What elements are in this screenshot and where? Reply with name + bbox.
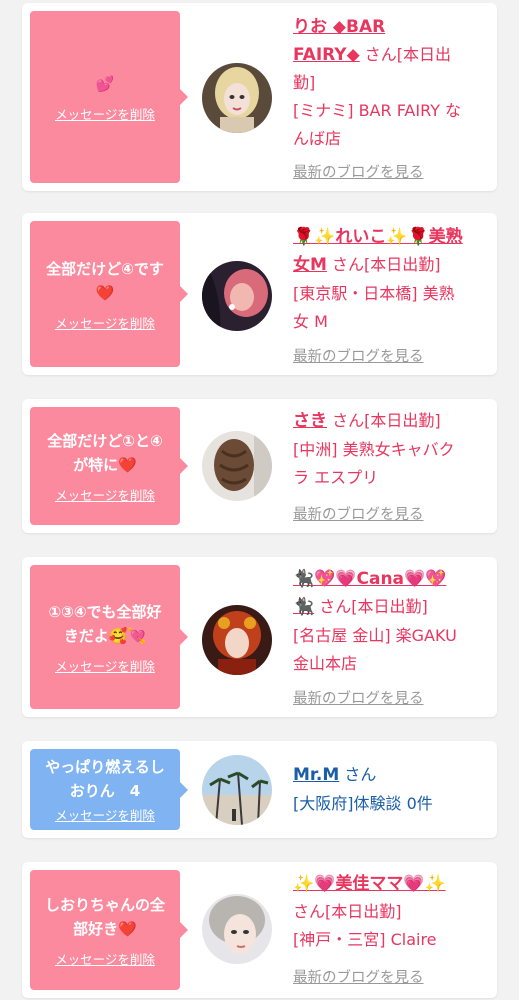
cast-status: さん[本日出 — [359, 45, 452, 64]
cast-status: さん[本日出勤] — [314, 597, 428, 616]
message-text: ①③④でも全部好 きだよ🥰💘 — [48, 602, 162, 645]
shop-name[interactable]: [名古屋 金山] 楽GAKU — [293, 622, 491, 649]
shop-name[interactable]: [中洲] 美熟女キャバク — [293, 436, 491, 463]
cast-name-cont[interactable]: 女M — [293, 255, 327, 275]
latest-blog-link[interactable]: 最新のブログを見る — [293, 503, 424, 524]
shop-name-cont[interactable]: んば店 — [293, 125, 491, 152]
shop-name[interactable]: [東京駅・日本橋] 美熟 — [293, 280, 491, 307]
shop-name[interactable]: [ミナミ] BAR FAIRY な — [293, 97, 491, 124]
message-text: やっぱり燃えるし おりん 4 — [45, 758, 165, 800]
latest-blog-link[interactable]: 最新のブログを見る — [293, 345, 424, 366]
delete-message-link[interactable]: メッセージを削除 — [55, 485, 155, 504]
avatar[interactable] — [202, 63, 272, 133]
shop-name-cont[interactable]: ラ エスプリ — [293, 464, 491, 491]
delete-message-link[interactable]: メッセージを削除 — [55, 805, 155, 824]
avatar[interactable] — [202, 431, 272, 501]
cast-status: さん[本日出勤] — [293, 902, 402, 921]
cast-name[interactable]: 🐈‍⬛💖💗Cana💗💖 — [293, 569, 446, 589]
shop-name-cont[interactable]: 金山本店 — [293, 650, 491, 677]
message-bubble: やっぱり燃えるし おりん 4 メッセージを削除 — [30, 749, 188, 830]
message-bubble: 💕 メッセージを削除 — [30, 11, 188, 183]
review-count[interactable]: [大阪府]体験談 0件 — [293, 790, 491, 817]
cast-name-cont[interactable]: FAIRY◆ — [293, 45, 360, 65]
thread-card[interactable]: ①③④でも全部好 きだよ🥰💘 メッセージを削除 🐈‍⬛💖💗Cana💗💖 🐈‍⬛ … — [22, 557, 497, 717]
user-suffix: さん — [339, 765, 377, 784]
message-text: 全部だけど①と④ が特に❤️ — [47, 431, 163, 474]
user-name[interactable]: Mr.M — [293, 765, 339, 785]
avatar[interactable] — [202, 894, 272, 964]
cast-name[interactable]: さき — [293, 411, 327, 431]
cast-name[interactable]: ✨💗美佳ママ💗✨ — [293, 874, 446, 894]
delete-message-link[interactable]: メッセージを削除 — [55, 313, 155, 332]
cast-status-cont: 勤] — [293, 73, 316, 92]
thread-card[interactable]: 全部だけど①と④ が特に❤️ メッセージを削除 さき さん[本日出勤] [中洲]… — [22, 399, 497, 533]
cast-name-cont[interactable]: 🐈‍⬛ — [293, 597, 314, 617]
cast-status: さん[本日出勤] — [326, 255, 441, 274]
shop-name-cont[interactable]: 女 M — [293, 308, 491, 335]
cast-status: さん[本日出勤] — [327, 411, 441, 430]
cast-name[interactable]: 🌹✨れいこ✨🌹美熟 — [293, 227, 463, 247]
thread-card[interactable]: やっぱり燃えるし おりん 4 メッセージを削除 Mr.M さん [大阪府]体験談… — [22, 741, 497, 838]
avatar[interactable] — [202, 755, 272, 825]
thread-card[interactable]: 全部だけど④です ❤️ メッセージを削除 🌹✨れいこ✨🌹美熟 女M さん[本日出… — [22, 213, 497, 375]
message-text: 💕 — [95, 74, 115, 93]
avatar[interactable] — [202, 605, 272, 675]
delete-message-link[interactable]: メッセージを削除 — [55, 949, 155, 968]
thread-card[interactable]: 💕 メッセージを削除 りお ◆BAR FAIRY◆ さん[本日出 勤] [ミナミ… — [22, 3, 497, 191]
delete-message-link[interactable]: メッセージを削除 — [55, 104, 155, 123]
latest-blog-link[interactable]: 最新のブログを見る — [293, 966, 424, 987]
message-bubble: ①③④でも全部好 きだよ🥰💘 メッセージを削除 — [30, 565, 188, 709]
avatar[interactable] — [202, 261, 272, 331]
delete-message-link[interactable]: メッセージを削除 — [55, 656, 155, 675]
message-bubble: しおりちゃんの全 部好き❤️ メッセージを削除 — [30, 870, 188, 990]
message-bubble: 全部だけど④です ❤️ メッセージを削除 — [30, 221, 188, 367]
shop-name[interactable]: [神戸・三宮] Claire — [293, 926, 491, 953]
latest-blog-link[interactable]: 最新のブログを見る — [293, 161, 424, 182]
message-text: しおりちゃんの全 部好き❤️ — [44, 895, 165, 938]
message-bubble: 全部だけど①と④ が特に❤️ メッセージを削除 — [30, 407, 188, 525]
latest-blog-link[interactable]: 最新のブログを見る — [293, 687, 424, 708]
cast-name[interactable]: りお ◆BAR — [293, 17, 385, 37]
thread-card[interactable]: しおりちゃんの全 部好き❤️ メッセージを削除 ✨💗美佳ママ💗✨ さん[本日出勤… — [22, 862, 497, 998]
message-text: 全部だけど④です ❤️ — [46, 259, 164, 302]
